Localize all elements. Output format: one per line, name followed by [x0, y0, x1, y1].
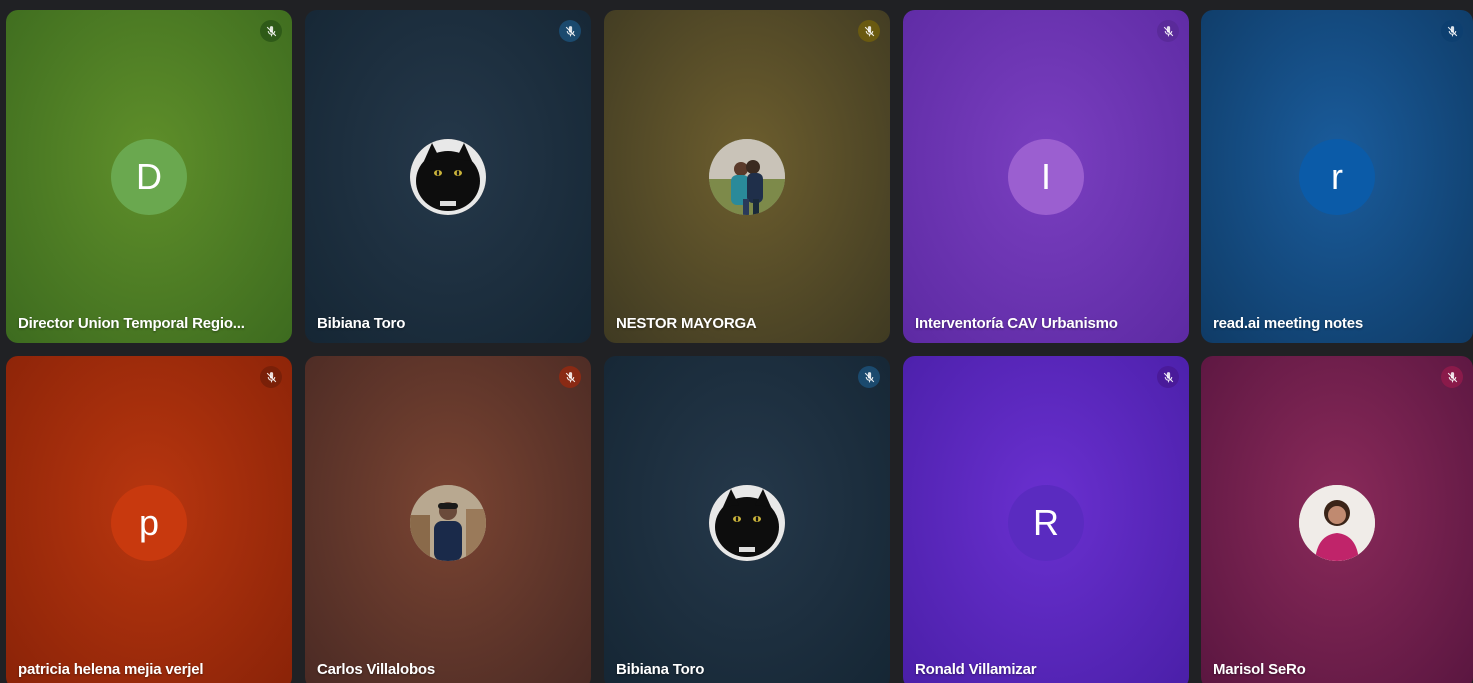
participant-tile[interactable]: Marisol SeRo — [1201, 356, 1473, 683]
avatar-photo — [410, 138, 486, 215]
mic-off-icon — [1441, 20, 1463, 42]
avatar: p — [111, 484, 187, 561]
avatar: R — [1008, 484, 1084, 561]
participant-name: Bibiana Toro — [317, 315, 406, 332]
participant-tile[interactable]: Bibiana Toro — [305, 10, 591, 343]
avatar-photo — [1299, 484, 1375, 561]
participant-name: Bibiana Toro — [616, 661, 705, 678]
avatar-photo — [410, 484, 486, 561]
mic-off-icon — [858, 20, 880, 42]
avatar: r — [1299, 138, 1375, 215]
mic-off-icon — [858, 366, 880, 388]
participant-name: read.ai meeting notes — [1213, 315, 1364, 332]
participant-name: Carlos Villalobos — [317, 661, 436, 678]
avatar: I — [1008, 138, 1084, 215]
participant-name: Director Union Temporal Regio... — [18, 315, 245, 332]
participant-tile[interactable]: r read.ai meeting notes — [1201, 10, 1473, 343]
participant-name: NESTOR MAYORGA — [616, 315, 757, 332]
avatar-photo — [709, 138, 785, 215]
participant-tile[interactable]: R Ronald Villamizar — [903, 356, 1189, 683]
participant-name: patricia helena mejia verjel — [18, 661, 204, 678]
mic-off-icon — [1441, 366, 1463, 388]
participant-name: Marisol SeRo — [1213, 661, 1306, 678]
avatar: D — [111, 138, 187, 215]
participant-tile[interactable]: p patricia helena mejia verjel — [6, 356, 292, 683]
mic-off-icon — [260, 366, 282, 388]
mic-off-icon — [559, 366, 581, 388]
mic-off-icon — [1157, 366, 1179, 388]
participant-grid: D Director Union Temporal Regio... Bibia… — [0, 0, 1473, 683]
mic-off-icon — [1157, 20, 1179, 42]
participant-tile[interactable]: Carlos Villalobos — [305, 356, 591, 683]
avatar-photo — [709, 484, 785, 561]
participant-tile[interactable]: I Interventoría CAV Urbanismo — [903, 10, 1189, 343]
mic-off-icon — [260, 20, 282, 42]
mic-off-icon — [559, 20, 581, 42]
participant-tile[interactable]: NESTOR MAYORGA — [604, 10, 890, 343]
participant-name: Ronald Villamizar — [915, 661, 1037, 678]
participant-name: Interventoría CAV Urbanismo — [915, 315, 1118, 332]
participant-tile[interactable]: D Director Union Temporal Regio... — [6, 10, 292, 343]
participant-tile[interactable]: Bibiana Toro — [604, 356, 890, 683]
